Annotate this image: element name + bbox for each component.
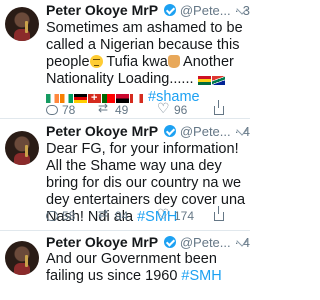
ghana-flag-icon <box>197 75 211 85</box>
author-handle[interactable]: @Pete... <box>180 235 231 250</box>
retweet-icon <box>98 207 111 221</box>
hashtag-link[interactable]: #SMH <box>181 268 221 284</box>
like-button[interactable]: 174 <box>157 207 195 224</box>
author-name[interactable]: Peter Okoye MrP <box>46 234 158 250</box>
author-name[interactable]: Peter Okoye MrP <box>46 2 158 18</box>
heart-icon <box>157 207 170 223</box>
unamused-face-emoji <box>89 55 103 68</box>
tweet-actions: 58 94 174 <box>46 206 246 224</box>
canada-flag-icon <box>130 93 143 103</box>
germany-flag-icon <box>74 93 87 103</box>
reply-count: 78 <box>62 103 76 117</box>
like-count: 96 <box>174 103 188 117</box>
avatar[interactable] <box>5 241 39 275</box>
tweet-text-part: Tufia kwa <box>102 54 168 70</box>
retweet-count: 49 <box>115 103 129 117</box>
verified-badge-icon <box>163 236 176 248</box>
tweet-header: Peter Okoye MrP @Pete... · 49m <box>46 234 250 251</box>
like-button[interactable]: 96 <box>157 101 188 118</box>
verified-badge-icon <box>163 125 176 137</box>
tweet-header: Peter Okoye MrP @Pete... · 43m <box>46 123 250 140</box>
share-icon <box>214 206 224 221</box>
like-count: 174 <box>174 209 195 223</box>
retweet-icon <box>98 101 111 115</box>
avatar[interactable] <box>5 7 39 41</box>
angola-flag-icon <box>116 93 129 103</box>
heart-icon <box>157 101 170 117</box>
retweet-count: 94 <box>115 209 129 223</box>
author-handle[interactable]: @Pete... <box>180 124 231 139</box>
reply-icon <box>46 211 58 221</box>
timeline-feed[interactable]: Peter Okoye MrP @Pete... · 31m Sometimes… <box>0 0 250 300</box>
tweet[interactable]: Peter Okoye MrP @Pete... · 43m Dear FG, … <box>0 119 250 231</box>
retweet-button[interactable]: 94 <box>98 207 129 224</box>
share-button[interactable] <box>214 100 224 115</box>
retweet-button[interactable]: 49 <box>98 101 129 118</box>
tweet[interactable]: Peter Okoye MrP @Pete... · 49m And our G… <box>0 231 250 300</box>
reply-count: 58 <box>62 209 76 223</box>
author-name[interactable]: Peter Okoye MrP <box>46 123 158 139</box>
tweet-text: And our Government been failing us since… <box>46 251 246 285</box>
reply-icon <box>46 105 58 115</box>
reply-button[interactable]: 58 <box>46 209 75 223</box>
thumbs-down-emoji <box>167 55 180 68</box>
tweet-header: Peter Okoye MrP @Pete... · 31m <box>46 2 250 19</box>
share-icon <box>214 100 224 115</box>
tweet-actions: 78 49 96 <box>46 100 246 118</box>
ivory-coast-flag-icon <box>60 93 73 103</box>
verified-badge-icon <box>163 4 176 16</box>
author-handle[interactable]: @Pete... <box>180 3 231 18</box>
share-button[interactable] <box>214 206 224 221</box>
tweet[interactable]: Peter Okoye MrP @Pete... · 31m Sometimes… <box>0 0 250 119</box>
avatar[interactable] <box>5 131 39 165</box>
ireland-flag-icon <box>46 93 59 103</box>
flag-emojis <box>197 72 226 89</box>
reply-button[interactable]: 78 <box>46 103 75 117</box>
tweet-text: Sometimes am ashamed to be called a Nige… <box>46 20 246 107</box>
south-africa-flag-icon <box>211 75 225 85</box>
